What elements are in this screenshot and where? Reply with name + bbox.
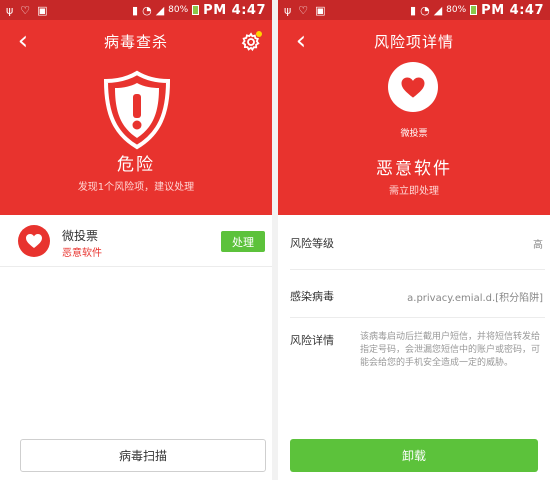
- risk-level-row: 风险等级 高: [290, 215, 545, 270]
- wifi-icon: ◔: [420, 3, 430, 17]
- shield-status-icon: ♡: [298, 3, 309, 17]
- risk-subtitle: 需立即处理: [389, 186, 439, 197]
- danger-title: 危险: [117, 155, 155, 175]
- status-time: PM 4:47: [481, 2, 544, 18]
- scan-header: ‹ 病毒查杀 危险 发现1个风险项，建议处理: [0, 20, 272, 215]
- battery-percent: 80%: [446, 5, 467, 15]
- heart-icon: [26, 234, 42, 248]
- detail-header: ‹ 风险项详情 微投票 恶意软件 需立即处理: [278, 20, 550, 215]
- wifi-icon: ◔: [142, 3, 152, 17]
- image-icon: ▣: [37, 3, 48, 17]
- app-avatar: [18, 225, 50, 257]
- infected-virus-label: 感染病毒: [290, 290, 334, 303]
- usb-icon: ψ: [284, 3, 292, 17]
- screenshot-stage: ψ ♡ ▣ ▮ ◔ ◢ 80% PM 4:47 ‹ 病毒查杀 危险 发现1个风险…: [0, 0, 550, 480]
- battery-percent: 80%: [168, 5, 189, 15]
- danger-subtitle: 发现1个风险项，建议处理: [77, 182, 195, 193]
- signal-icon: ◢: [433, 3, 443, 17]
- uninstall-button[interactable]: 卸载: [290, 439, 538, 472]
- nav-bar: ‹ 风险项详情: [278, 20, 550, 62]
- nav-bar: ‹ 病毒查杀: [0, 20, 272, 62]
- shield-status-icon: ♡: [20, 3, 31, 17]
- risk-detail-text: 该病毒启动后拦截用户短信，并将短信转发给指定号码，会泄漏您短信中的账户或密码，可…: [360, 332, 541, 368]
- virus-scan-button[interactable]: 病毒扫描: [20, 439, 266, 472]
- status-bar: ψ ♡ ▣ ▮ ◔ ◢ 80% PM 4:47: [0, 0, 272, 20]
- risk-level-value: 高: [533, 240, 543, 251]
- image-icon: ▣: [315, 3, 326, 17]
- warning-shield-icon: [101, 70, 173, 150]
- page-title: 病毒查杀: [103, 33, 168, 51]
- vibrate-icon: ▮: [410, 3, 417, 17]
- battery-icon: [192, 5, 200, 15]
- infected-virus-row: 感染病毒 a.privacy.emial.d.[积分陷阱]: [290, 270, 545, 318]
- gear-icon[interactable]: [240, 29, 264, 53]
- virus-scan-screen: ψ ♡ ▣ ▮ ◔ ◢ 80% PM 4:47 ‹ 病毒查杀 危险 发现1个风险…: [0, 0, 272, 480]
- status-bar: ψ ♡ ▣ ▮ ◔ ◢ 80% PM 4:47: [278, 0, 550, 20]
- risk-detail-label: 风险详情: [290, 334, 334, 347]
- handle-button[interactable]: 处理: [221, 231, 265, 252]
- vibrate-icon: ▮: [132, 3, 139, 17]
- risk-detail-screen: ψ ♡ ▣ ▮ ◔ ◢ 80% PM 4:47 ‹ 风险项详情 微投票 恶意软件…: [278, 0, 550, 480]
- signal-icon: ◢: [155, 3, 165, 17]
- status-time: PM 4:47: [203, 2, 266, 18]
- app-name: 微投票: [62, 229, 99, 243]
- app-name: 微投票: [400, 129, 428, 139]
- risk-detail-row: 风险详情 该病毒启动后拦截用户短信，并将短信转发给指定号码，会泄漏您短信中的账户…: [290, 318, 545, 388]
- page-title: 风险项详情: [373, 33, 454, 51]
- app-icon: [388, 62, 438, 112]
- risk-title: 恶意软件: [376, 159, 452, 179]
- list-item[interactable]: 微投票 恶意软件 处理: [0, 215, 272, 267]
- battery-icon: [470, 5, 478, 15]
- risk-level-label: 风险等级: [290, 237, 334, 250]
- risk-tag: 恶意软件: [62, 248, 102, 259]
- infected-virus-value: a.privacy.emial.d.[积分陷阱]: [407, 293, 543, 304]
- usb-icon: ψ: [6, 3, 14, 17]
- heart-icon: [401, 76, 425, 98]
